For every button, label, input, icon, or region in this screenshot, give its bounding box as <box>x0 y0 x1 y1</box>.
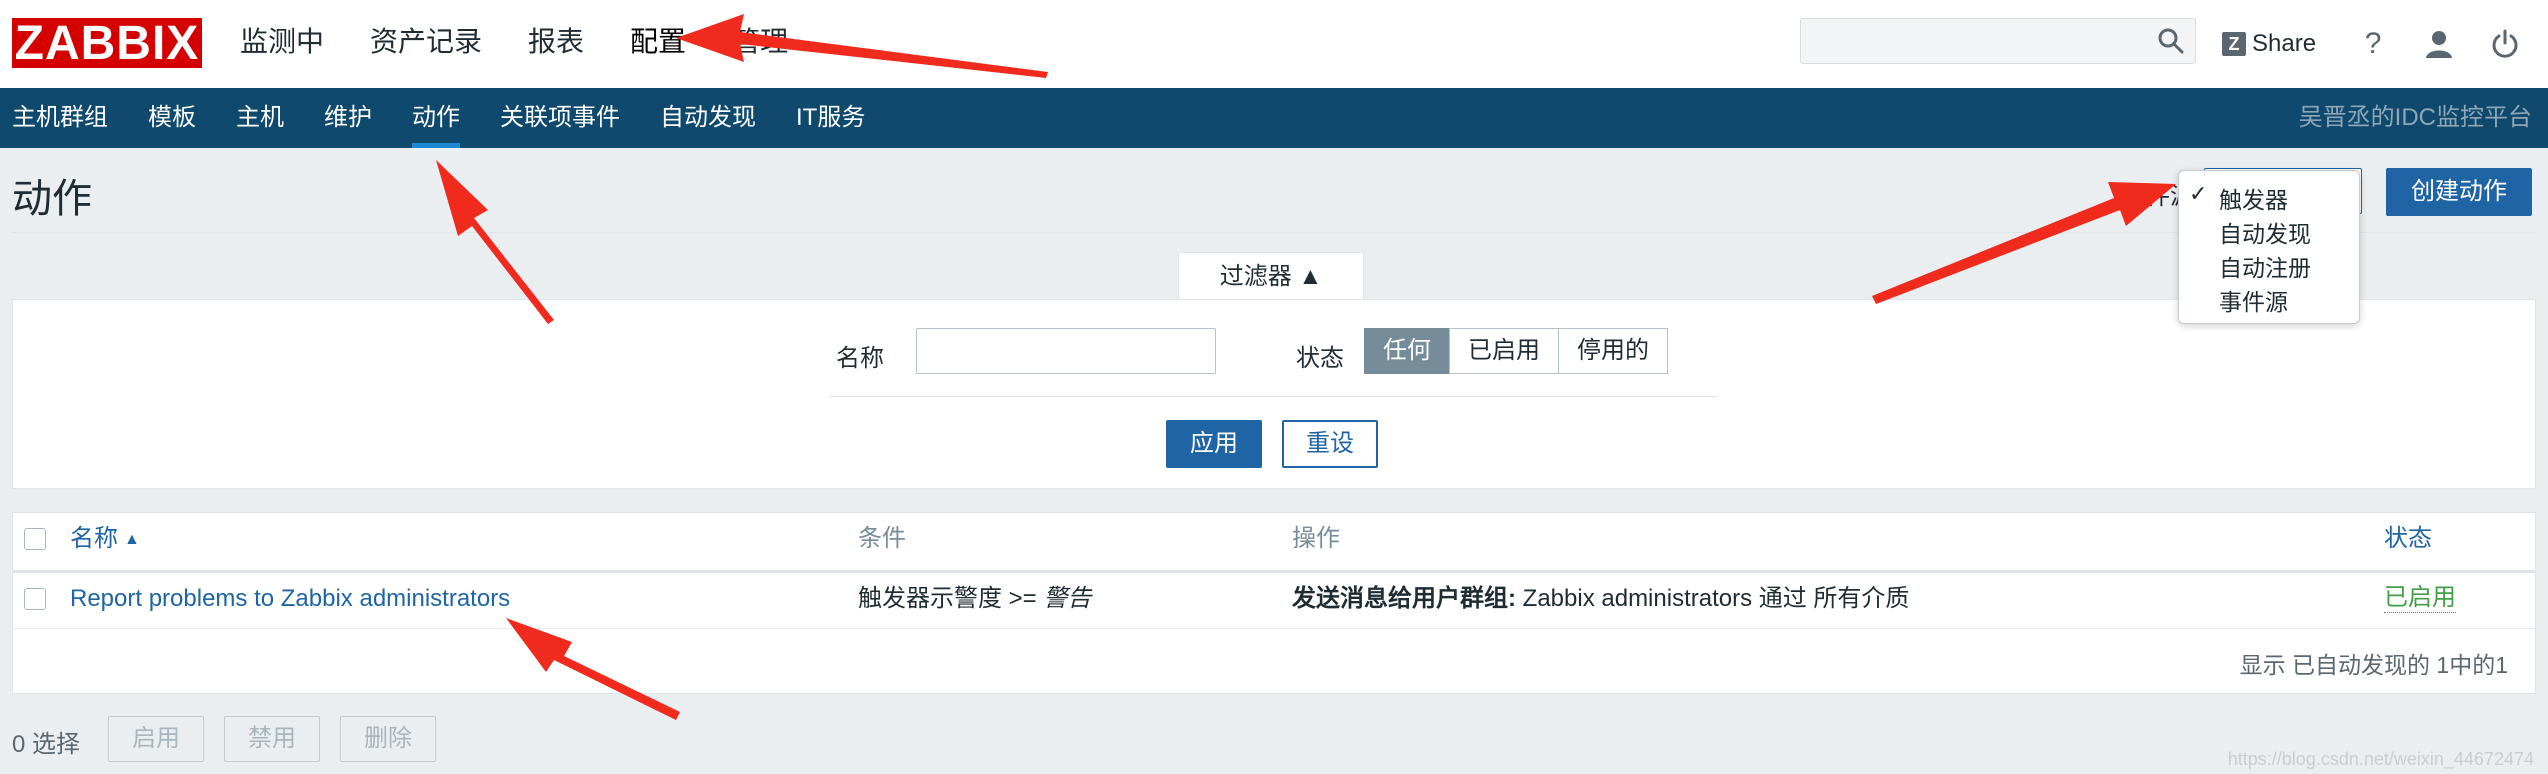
annotation-arrow-actions <box>436 160 554 324</box>
dropdown-option-autoregistration[interactable]: 自动注册 <box>2219 249 2311 283</box>
dropdown-option-triggers[interactable]: 触发器 <box>2219 181 2288 215</box>
annotation-arrows <box>436 14 2176 720</box>
watermark: https://blog.csdn.net/weixin_44672474 <box>2227 749 2534 769</box>
annotation-arrow-config <box>676 14 1048 78</box>
check-icon: ✓ <box>2189 181 2208 206</box>
dropdown-option-internal[interactable]: 事件源 <box>2219 283 2288 317</box>
event-source-dropdown: ✓ 触发器 自动发现 自动注册 事件源 <box>2178 170 2360 324</box>
annotation-arrow-action-row <box>506 618 680 720</box>
annotation-arrow-dropdown <box>1872 182 2176 304</box>
dropdown-option-discovery[interactable]: 自动发现 <box>2219 215 2311 249</box>
